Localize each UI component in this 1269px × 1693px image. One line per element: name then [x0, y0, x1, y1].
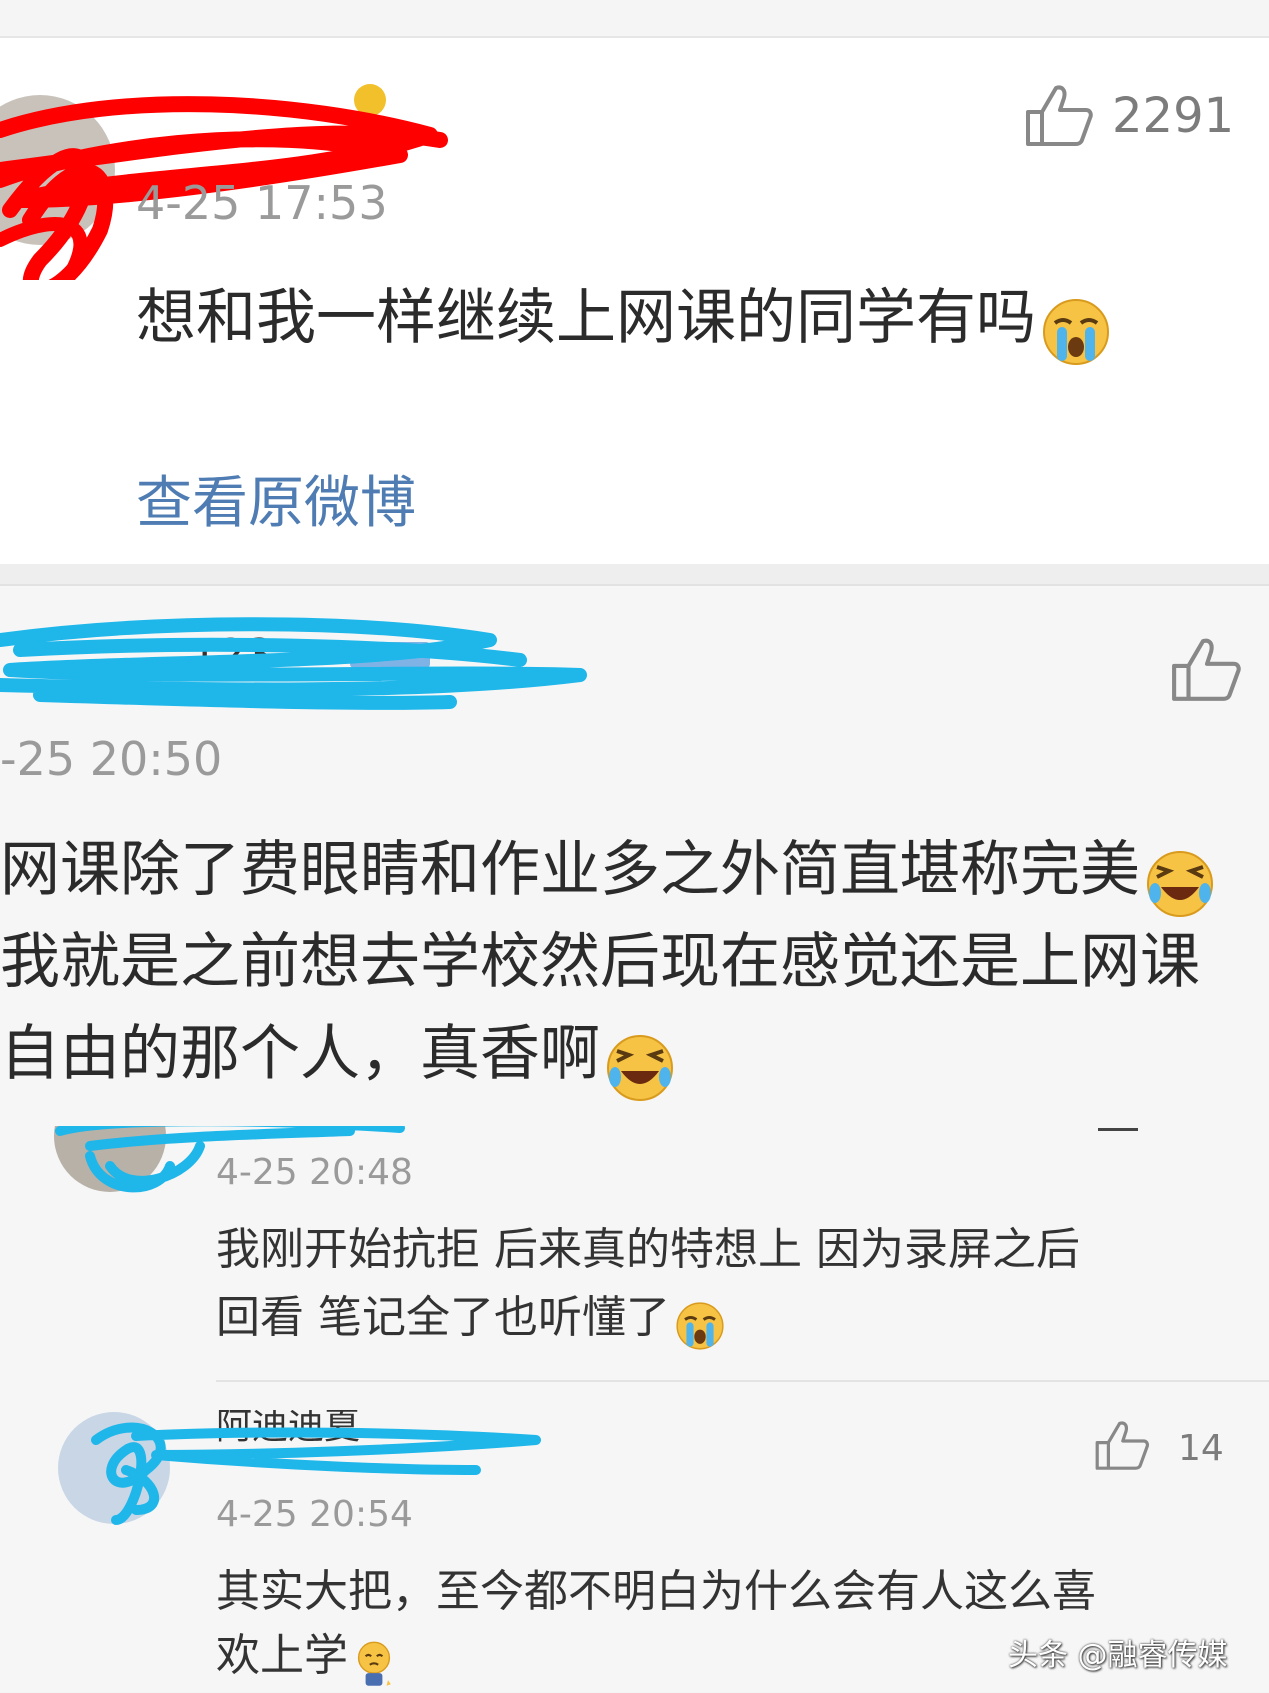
crying-emoji-icon — [675, 1301, 725, 1355]
comment-text-line-3: 自由的那个人，真香啊 — [0, 1024, 675, 1107]
crying-emoji-icon — [1041, 297, 1111, 371]
redacted-commenter-scribble: 123 — [0, 617, 587, 710]
top-strip — [0, 0, 1269, 38]
reply-text: 欢上学 — [216, 1630, 348, 1681]
thumbs-up-icon — [1026, 85, 1093, 146]
section-separator — [0, 564, 1269, 586]
post-time: 4-25 17:53 — [136, 176, 388, 230]
reply-text: 回看 笔记全了也听懂了 — [216, 1292, 670, 1343]
like-button[interactable] — [1024, 82, 1094, 148]
comment-text: 我就是之前想去学校然后现在感觉还是上网课 — [0, 927, 1200, 997]
reply-text: 我刚开始抗拒 后来真的特想上 因为录屏之后 — [216, 1224, 1080, 1275]
post-text: 想和我一样继续上网课的同学有吗 — [136, 283, 1036, 353]
laughing-emoji-icon — [1145, 849, 1215, 923]
reply-time: 4-25 20:48 — [216, 1152, 413, 1193]
comment-time: -25 20:50 — [0, 732, 223, 786]
reply-like-button[interactable] — [1094, 1418, 1150, 1472]
thumbs-up-icon — [1172, 638, 1241, 701]
redacted-user-scribble — [0, 84, 448, 280]
comment-like-button[interactable] — [1170, 634, 1242, 704]
post-text-line: 想和我一样继续上网课的同学有吗 — [136, 288, 1111, 371]
reply-divider — [216, 1380, 1269, 1382]
reply-like-count: 14 — [1178, 1428, 1224, 1469]
reply-time: 4-25 20:54 — [216, 1494, 413, 1535]
reply-text-line-2: 欢上学 — [216, 1634, 395, 1693]
shy-emoji-icon — [353, 1639, 395, 1693]
view-original-weibo-link[interactable]: 查看原微博 — [136, 458, 416, 539]
reply-text: 其实大把，至今都不明白为什么会有人这么喜 — [216, 1566, 1096, 1617]
collapse-reply-button[interactable] — [1098, 1128, 1138, 1131]
laughing-emoji-icon — [605, 1033, 675, 1107]
reply-text-line-2: 回看 笔记全了也听懂了 — [216, 1296, 725, 1355]
comment-text: 网课除了费眼睛和作业多之外简直堪称完美 — [0, 835, 1140, 905]
watermark: 头条 @融睿传媒 — [1008, 1638, 1228, 1673]
comment-text: 自由的那个人，真香啊 — [0, 1019, 600, 1089]
thumbs-up-icon — [1095, 1421, 1150, 1470]
comment-text-line-1: 网课除了费眼睛和作业多之外简直堪称完美 — [0, 840, 1215, 923]
like-count: 2291 — [1112, 88, 1235, 144]
